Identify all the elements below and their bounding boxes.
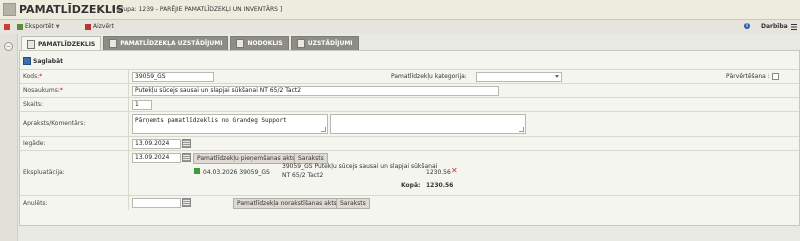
close-button[interactable]: Aizvērt	[85, 23, 114, 30]
iegade-label: Iegāde:	[23, 140, 46, 147]
close-icon	[85, 23, 91, 30]
export-label: Eksportēt	[25, 23, 54, 30]
calendar-icon[interactable]	[182, 153, 191, 162]
asset-entry-icon	[194, 168, 200, 174]
entry-amount: 1230.56	[426, 169, 451, 176]
close-label: Aizvērt	[93, 23, 114, 30]
parvertesana-label: Pārvērtēšana :	[726, 73, 770, 80]
row-skaits: Skaits: 1	[20, 97, 799, 111]
tab-pamatlidzeklis[interactable]: PAMATLĪDZEKLIS	[21, 36, 102, 51]
ekspluatacija-label: Ekspluatācija:	[23, 169, 65, 176]
row-apraksts: Apraksts/Komentārs: Pārņemts pamatlīdzek…	[20, 111, 799, 136]
save-label: Saglabāt	[33, 57, 63, 65]
tab-uzstadijumi[interactable]: UZSTĀDĪJUMI	[290, 36, 359, 50]
save-icon	[23, 57, 31, 65]
tax-icon	[236, 39, 245, 48]
tab-label: PAMATLĪDZEKĻA UZSTĀDĪJUMI	[120, 40, 223, 47]
tab-nodoklis[interactable]: NODOKLIS	[230, 36, 289, 50]
record-icon[interactable]	[4, 24, 10, 30]
collapse-icon[interactable]: −	[4, 42, 13, 51]
actions-menu-button[interactable]: Darbība	[761, 23, 797, 30]
row-iegade: Iegāde: 13.09.2024	[20, 136, 799, 150]
resize-handle-icon[interactable]	[519, 127, 524, 132]
chevron-down-icon	[555, 75, 559, 78]
writeoff-act-button[interactable]: Pamatlīdzekļa norakstīšanas akts	[233, 198, 341, 209]
kategorija-select[interactable]	[476, 72, 562, 82]
document-icon	[27, 39, 35, 49]
kategorija-label: Pamatlīdzekļu kategorija:	[391, 73, 467, 80]
title-bar: PAMATLĪDZEKLIS [ Grupa: 1239 - PARĒJIE P…	[0, 0, 800, 20]
row-anulets: Anulēts: Pamatlīdzekļa norakstīšanas akt…	[20, 195, 799, 210]
tab-label: PAMATLĪDZEKLIS	[38, 40, 96, 48]
anulets-label: Anulēts:	[23, 200, 48, 207]
calendar-icon[interactable]	[182, 198, 191, 207]
row-ekspluatacija: Ekspluatācija: 13.09.2024 Pamatlīdzekļu …	[20, 150, 799, 195]
kods-label: Kods:*	[23, 73, 43, 80]
row-kods: Kods:* 39059_GS Pamatlīdzekļu kategorija…	[20, 69, 799, 83]
calendar-icon[interactable]	[182, 139, 191, 148]
menu-icon	[790, 23, 797, 30]
entry-name-line2: NT 65/2 Tact2	[282, 172, 324, 179]
anulets-date-input[interactable]	[132, 198, 181, 208]
export-button[interactable]: Eksportēt ▼	[17, 23, 60, 30]
ekspluatacija-date-input[interactable]: 13.09.2024	[132, 153, 181, 163]
total-label: Kopā:	[401, 182, 421, 189]
writeoff-list-button[interactable]: Saraksts	[336, 198, 370, 209]
form-panel: Saglabāt Kods:* 39059_GS Pamatlīdzekļu k…	[19, 50, 800, 226]
skaits-label: Skaits:	[23, 101, 44, 108]
apraksts-label: Apraksts/Komentārs:	[23, 120, 86, 127]
row-nosaukums: Nosaukums:* Putekļu sūcejs sausai un sla…	[20, 83, 799, 97]
toolbar: Eksportēt ▼ Aizvērt i Darbība	[0, 20, 800, 34]
settings-doc-icon	[109, 39, 118, 48]
left-gutter	[0, 34, 18, 241]
apraksts-textarea[interactable]: Pārņemts pamatlīdzeklis no Grandeg Suppo…	[132, 114, 328, 134]
skaits-input[interactable]: 1	[132, 100, 152, 110]
tab-label: NODOKLIS	[247, 40, 283, 47]
iegade-date-input[interactable]: 13.09.2024	[132, 139, 181, 149]
info-button[interactable]: i	[744, 23, 750, 29]
info-icon: i	[744, 23, 750, 29]
apraksts-textarea-2[interactable]	[330, 114, 526, 134]
export-icon	[17, 23, 23, 30]
form-grid: Kods:* 39059_GS Pamatlīdzekļu kategorija…	[20, 69, 799, 210]
tab-bar: PAMATLĪDZEKLIS PAMATLĪDZEKĻA UZSTĀDĪJUMI…	[21, 36, 359, 51]
tab-label: UZSTĀDĪJUMI	[307, 40, 353, 47]
entry-date-code[interactable]: 04.03.2026 39059_GS	[203, 169, 270, 176]
entry-name-line1: 39059_GS Putekļu sūcejs sausai un slapja…	[282, 163, 438, 170]
save-button[interactable]: Saglabāt	[23, 57, 63, 65]
tab-pamatlidzekla-uzstadijumi[interactable]: PAMATLĪDZEKĻA UZSTĀDĪJUMI	[103, 36, 229, 50]
group-subtitle: [ Grupa: 1239 - PARĒJIE PAMATLĪDZEKĻI UN…	[112, 6, 283, 13]
app-logo-icon	[3, 3, 16, 16]
actions-label: Darbība	[761, 23, 788, 30]
nosaukums-input[interactable]: Putekļu sūcejs sausai un slapjai sūkšana…	[132, 86, 499, 96]
nosaukums-label: Nosaukums:*	[23, 87, 63, 94]
settings-icon	[296, 39, 305, 48]
parvertesana-checkbox[interactable]	[772, 73, 779, 80]
kods-input[interactable]: 39059_GS	[132, 72, 214, 82]
page-title: PAMATLĪDZEKLIS	[19, 3, 124, 16]
delete-icon[interactable]: ✕	[451, 166, 458, 175]
resize-handle-icon[interactable]	[321, 127, 326, 132]
total-value: 1230.56	[426, 182, 454, 189]
chevron-down-icon: ▼	[55, 23, 60, 30]
